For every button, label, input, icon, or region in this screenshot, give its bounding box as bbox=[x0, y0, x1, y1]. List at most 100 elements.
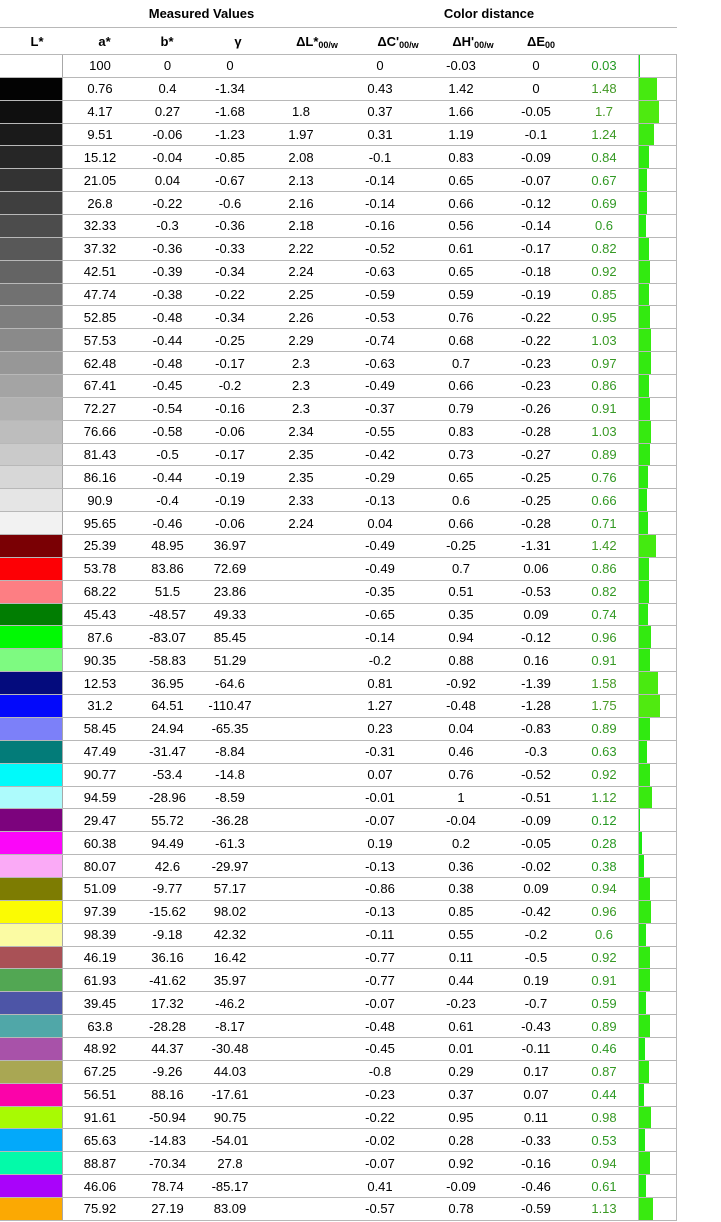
color-swatch bbox=[0, 146, 63, 169]
cell-a: 0.27 bbox=[154, 104, 181, 120]
cell-dH: -0.59 bbox=[521, 1201, 551, 1217]
delta-e-bar-cell bbox=[638, 397, 677, 420]
cell-dH: -0.46 bbox=[521, 1178, 551, 1194]
table-row: 51.09 -9.77 57.17 -0.86 0.38 0.09 0.94 bbox=[0, 877, 677, 901]
cell-dL: -0.77 bbox=[365, 972, 395, 988]
cell-dH: 0.11 bbox=[523, 1109, 549, 1125]
cell-dH: -0.17 bbox=[521, 241, 551, 257]
cell-L: 61.93 bbox=[83, 972, 117, 988]
cell-dC: 0.38 bbox=[448, 881, 474, 897]
table-row: 65.63 -14.83 -54.01 -0.02 0.28 -0.33 0.53 bbox=[0, 1129, 677, 1153]
color-swatch bbox=[0, 306, 63, 329]
delta-e-bar bbox=[639, 306, 651, 329]
delta-e-bar bbox=[639, 512, 648, 535]
cell-gamma bbox=[262, 901, 340, 923]
cell-dE: 0.61 bbox=[591, 1178, 617, 1194]
color-swatch bbox=[0, 1129, 63, 1152]
cell-gamma: 2.35 bbox=[288, 469, 314, 485]
cell-dC: 0.66 bbox=[448, 378, 474, 394]
table-row: 98.39 -9.18 42.32 -0.11 0.55 -0.2 0.6 bbox=[0, 923, 677, 947]
cell-L: 81.43 bbox=[83, 447, 117, 463]
color-swatch bbox=[0, 580, 63, 603]
delta-e-bar bbox=[639, 352, 651, 375]
cell-dC: 1.66 bbox=[448, 104, 474, 120]
cell-dL: -0.53 bbox=[365, 309, 395, 325]
delta-e-bar bbox=[639, 923, 647, 946]
cell-dH: 0.16 bbox=[523, 652, 549, 668]
cell-a: 78.74 bbox=[151, 1178, 184, 1194]
cell-L: 56.51 bbox=[83, 1087, 117, 1103]
cell-dE: 0.82 bbox=[591, 584, 617, 600]
cell-L: 67.41 bbox=[83, 378, 117, 394]
delta-e-bar-cell bbox=[638, 55, 677, 77]
delta-e-bar-cell bbox=[638, 740, 677, 763]
cell-a: -0.48 bbox=[152, 309, 183, 325]
delta-e-bar-cell bbox=[638, 1083, 677, 1106]
cell-dL: -0.77 bbox=[365, 949, 395, 965]
cell-a: 64.51 bbox=[151, 698, 184, 714]
color-swatch bbox=[0, 923, 63, 946]
delta-e-bar bbox=[639, 626, 651, 649]
cell-L: 100 bbox=[89, 58, 111, 74]
cell-dC: 0.83 bbox=[448, 149, 474, 165]
delta-e-bar bbox=[639, 192, 648, 215]
delta-e-bar-cell bbox=[638, 215, 677, 237]
cell-gamma: 2.33 bbox=[288, 492, 314, 508]
cell-dL: -0.86 bbox=[365, 881, 395, 897]
cell-dC: 0.2 bbox=[451, 835, 471, 851]
cell-b: -64.6 bbox=[215, 675, 245, 691]
cell-dL: -0.11 bbox=[365, 927, 395, 943]
table-row: 47.74 -0.38 -0.22 2.25 -0.59 0.59 -0.19 0.85 bbox=[0, 283, 677, 307]
cell-dH: -0.25 bbox=[521, 492, 551, 508]
cell-a: -0.45 bbox=[152, 378, 183, 394]
cell-a: -0.06 bbox=[152, 127, 183, 142]
color-swatch bbox=[0, 260, 63, 283]
cell-dE: 1.03 bbox=[591, 424, 617, 440]
table-row: 87.6 -83.07 85.45 -0.14 0.94 -0.12 0.96 bbox=[0, 626, 677, 650]
cell-L: 32.33 bbox=[83, 218, 117, 234]
cell-dE: 0.03 bbox=[591, 58, 617, 74]
cell-gamma bbox=[262, 604, 340, 626]
cell-dE: 0.92 bbox=[591, 264, 617, 280]
table-row: 63.8 -28.28 -8.17 -0.48 0.61 -0.43 0.89 bbox=[0, 1015, 677, 1038]
delta-e-bar-cell bbox=[638, 146, 677, 169]
cell-gamma bbox=[262, 1129, 340, 1151]
delta-e-bar-cell bbox=[638, 580, 677, 603]
table-row: 88.87 -70.34 27.8 -0.07 0.92 -0.16 0.94 bbox=[0, 1152, 677, 1176]
table-row: 21.05 0.04 -0.67 2.13 -0.14 0.65 -0.07 0.67 bbox=[0, 169, 677, 193]
delta-e-bar bbox=[639, 580, 649, 603]
column-header-label: ΔC' bbox=[377, 33, 400, 49]
cell-gamma: 2.3 bbox=[291, 355, 311, 371]
delta-e-bar bbox=[639, 260, 651, 283]
delta-e-bar-cell bbox=[638, 877, 677, 900]
delta-e-bar-cell bbox=[638, 1197, 677, 1220]
cell-L: 42.51 bbox=[83, 264, 117, 280]
cell-dC: 0.44 bbox=[448, 972, 474, 988]
column-header-label: b* bbox=[160, 33, 174, 49]
delta-e-bar bbox=[639, 535, 657, 557]
cell-dH: -0.07 bbox=[521, 172, 551, 188]
cell-gamma bbox=[262, 649, 340, 671]
cell-dH: -1.28 bbox=[521, 698, 551, 714]
table-row: 25.39 48.95 36.97 -0.49 -0.25 -1.31 1.42 bbox=[0, 535, 677, 558]
cell-b: -1.34 bbox=[215, 81, 245, 97]
cell-dC: 0.76 bbox=[448, 309, 474, 325]
cell-dH: -0.14 bbox=[521, 218, 551, 234]
cell-dL: -0.1 bbox=[368, 149, 392, 165]
cell-dH: -0.43 bbox=[521, 1018, 551, 1034]
table-row: 80.07 42.6 -29.97 -0.13 0.36 -0.02 0.38 bbox=[0, 855, 677, 878]
cell-gamma bbox=[262, 969, 340, 991]
cell-b: -110.47 bbox=[208, 698, 252, 714]
delta-e-bar-cell bbox=[638, 946, 677, 969]
cell-dE: 1.13 bbox=[591, 1201, 617, 1217]
cell-dL: -0.63 bbox=[365, 264, 395, 280]
table-row: 72.27 -0.54 -0.16 2.3 -0.37 0.79 -0.26 0.91 bbox=[0, 397, 677, 421]
delta-e-bar-cell bbox=[638, 123, 677, 146]
cell-b: -0.25 bbox=[215, 332, 245, 348]
cell-dE: 0.94 bbox=[591, 881, 617, 897]
cell-dL: -0.49 bbox=[365, 561, 395, 577]
cell-gamma: 2.16 bbox=[288, 195, 314, 211]
cell-b: 42.32 bbox=[213, 927, 247, 943]
cell-dH: -0.2 bbox=[524, 927, 548, 943]
cell-gamma bbox=[262, 78, 340, 100]
